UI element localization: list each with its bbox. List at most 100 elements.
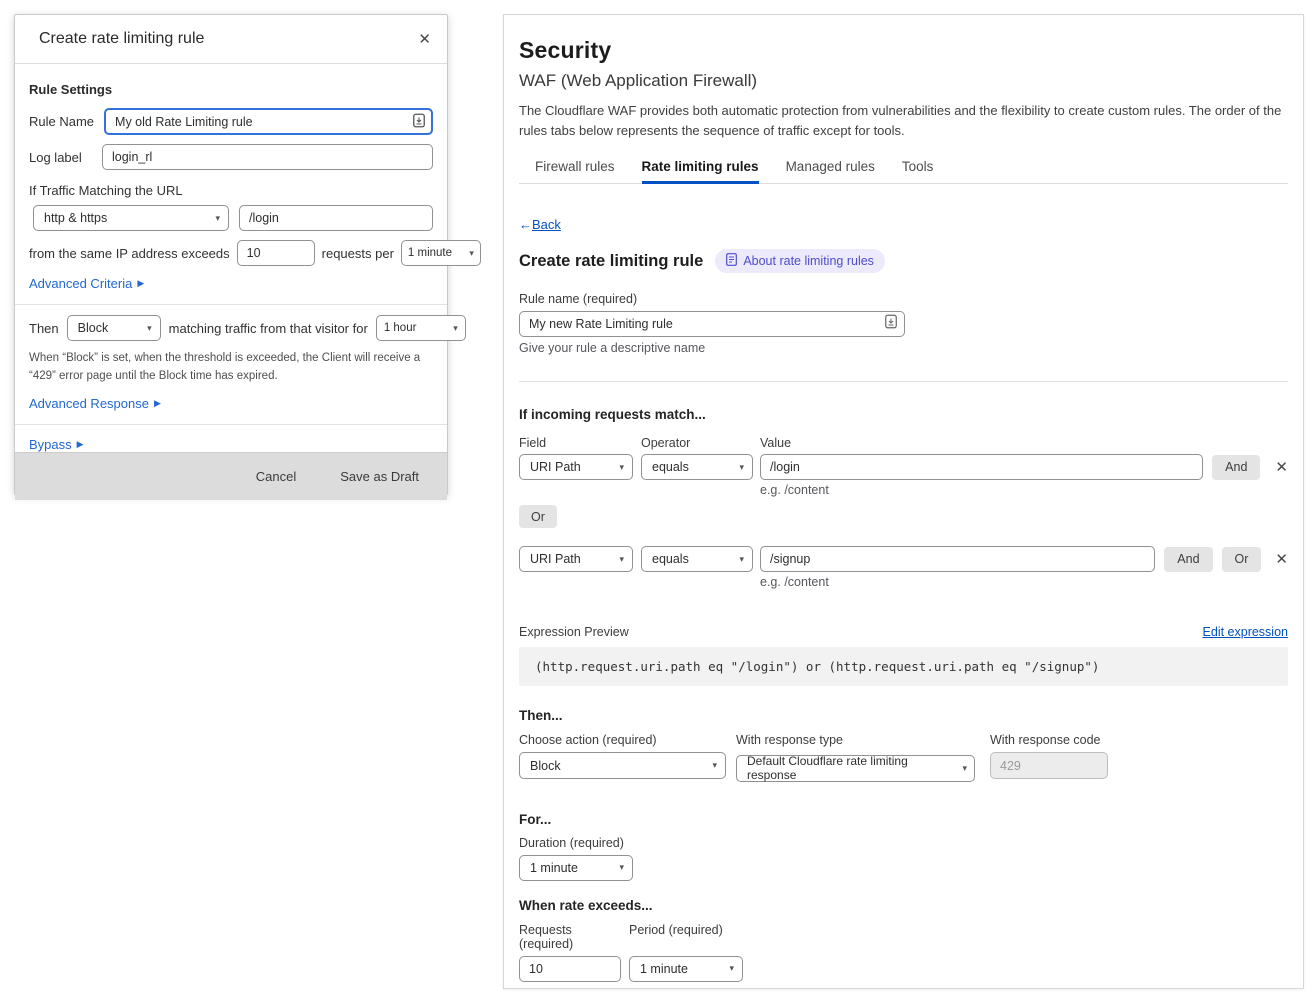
expression-preview-label: Expression Preview	[519, 625, 629, 639]
then-label: Then	[29, 321, 59, 336]
value-input[interactable]	[760, 454, 1203, 480]
and-button[interactable]: And	[1212, 455, 1260, 480]
caret-down-icon: ▾	[215, 214, 220, 223]
waf-tabs: Firewall rules Rate limiting rules Manag…	[519, 159, 1288, 184]
caret-down-icon: ▾	[619, 555, 624, 564]
caret-down-icon: ▾	[469, 249, 474, 258]
or-button[interactable]: Or	[1222, 547, 1262, 572]
divider	[15, 304, 447, 305]
period-select[interactable]: 1 minute ▾	[401, 240, 481, 266]
response-code-label: With response code	[990, 733, 1110, 747]
value-input[interactable]	[760, 546, 1155, 572]
rule-name-input[interactable]	[519, 311, 905, 337]
operator-select[interactable]: equals ▾	[641, 454, 753, 480]
response-code-input	[990, 752, 1108, 779]
caret-down-icon: ▾	[739, 463, 744, 472]
rule-name-label: Rule Name	[29, 114, 94, 129]
rate-heading: When rate exceeds...	[519, 898, 1288, 913]
autofill-icon	[413, 113, 425, 130]
rule-settings-heading: Rule Settings	[29, 82, 433, 97]
caret-down-icon: ▾	[712, 761, 717, 770]
match-row: URI Path ▾ equals ▾ And Or ✕	[519, 546, 1288, 572]
then-heading: Then...	[519, 708, 1288, 723]
log-label-label: Log label	[29, 150, 92, 165]
dialog-title: Create rate limiting rule	[39, 30, 204, 48]
expression-preview: (http.request.uri.path eq "/login") or (…	[519, 647, 1288, 686]
then-suffix: matching traffic from that visitor for	[169, 321, 368, 336]
advanced-criteria-link[interactable]: Advanced Criteria ▶	[29, 276, 144, 291]
rule-name-helper: Give your rule a descriptive name	[519, 341, 1288, 355]
caret-down-icon: ▾	[739, 555, 744, 564]
response-type-label: With response type	[736, 733, 975, 747]
response-type-select[interactable]: Default Cloudflare rate limiting respons…	[736, 755, 975, 782]
divider	[15, 424, 447, 425]
caret-down-icon: ▾	[619, 863, 624, 872]
arrow-left-icon: ←	[519, 217, 532, 232]
close-icon[interactable]: ✕	[418, 32, 431, 47]
cancel-button[interactable]: Cancel	[256, 469, 296, 484]
tab-firewall-rules[interactable]: Firewall rules	[535, 159, 615, 183]
divider	[519, 381, 1288, 382]
duration-label: Duration (required)	[519, 836, 1288, 850]
waf-description: The Cloudflare WAF provides both automat…	[519, 101, 1288, 140]
scheme-select[interactable]: http & https ▾	[33, 205, 229, 231]
rule-name-label: Rule name (required)	[519, 292, 1288, 306]
value-helper: e.g. /content	[760, 575, 1288, 589]
back-link[interactable]: ←Back	[519, 217, 561, 232]
rule-name-input[interactable]	[104, 108, 433, 135]
threshold-input[interactable]	[237, 240, 315, 266]
caret-down-icon: ▾	[619, 463, 624, 472]
url-pattern-input[interactable]	[239, 205, 433, 231]
operator-select[interactable]: equals ▾	[641, 546, 753, 572]
field-select[interactable]: URI Path ▾	[519, 546, 633, 572]
about-rate-limiting-badge[interactable]: About rate limiting rules	[715, 249, 885, 273]
log-label-input[interactable]	[102, 144, 433, 170]
tab-rate-limiting-rules[interactable]: Rate limiting rules	[642, 159, 759, 183]
caret-down-icon: ▾	[147, 324, 152, 333]
remove-condition-icon[interactable]: ✕	[1275, 552, 1288, 567]
docs-icon	[726, 253, 737, 269]
autofill-icon	[885, 315, 897, 334]
tab-managed-rules[interactable]: Managed rules	[786, 159, 875, 183]
dialog-body: Rule Settings Rule Name Log label If Tra…	[15, 64, 447, 452]
value-label: Value	[760, 436, 791, 450]
page-title: Security	[519, 37, 1288, 64]
caret-down-icon: ▾	[962, 764, 967, 773]
value-helper: e.g. /content	[760, 483, 1288, 497]
field-select[interactable]: URI Path ▾	[519, 454, 633, 480]
save-as-draft-button[interactable]: Save as Draft	[340, 469, 419, 484]
period-select[interactable]: 1 minute ▾	[629, 956, 743, 982]
or-button[interactable]: Or	[519, 505, 557, 528]
block-duration-select[interactable]: 1 hour ▾	[376, 315, 466, 341]
dialog-footer: Cancel Save as Draft	[15, 452, 447, 500]
match-heading: If incoming requests match...	[519, 407, 1288, 422]
action-label: Choose action (required)	[519, 733, 726, 747]
operator-label: Operator	[641, 436, 760, 450]
duration-select[interactable]: 1 minute ▾	[519, 855, 633, 881]
block-note: When “Block” is set, when the threshold …	[29, 350, 433, 386]
advanced-response-link[interactable]: Advanced Response ▶	[29, 396, 161, 411]
action-select[interactable]: Block ▾	[67, 315, 161, 341]
match-row: URI Path ▾ equals ▾ And ✕	[519, 454, 1288, 480]
traffic-match-heading: If Traffic Matching the URL	[29, 183, 433, 198]
bypass-link[interactable]: Bypass ▶	[29, 437, 84, 452]
for-heading: For...	[519, 812, 1288, 827]
tab-tools[interactable]: Tools	[902, 159, 934, 183]
edit-expression-link[interactable]: Edit expression	[1203, 625, 1288, 639]
chevron-right-icon: ▶	[137, 278, 144, 289]
waf-panel: Security WAF (Web Application Firewall) …	[503, 14, 1304, 989]
chevron-right-icon: ▶	[77, 439, 84, 450]
create-rule-heading: Create rate limiting rule	[519, 252, 703, 271]
threshold-prefix: from the same IP address exceeds	[29, 246, 230, 261]
chevron-right-icon: ▶	[154, 398, 161, 409]
requests-input[interactable]	[519, 956, 621, 982]
caret-down-icon: ▾	[453, 324, 458, 333]
field-label: Field	[519, 436, 641, 450]
period-label: Period (required)	[629, 923, 723, 951]
remove-condition-icon[interactable]: ✕	[1275, 460, 1288, 475]
and-button[interactable]: And	[1164, 547, 1212, 572]
requests-label: Requests (required)	[519, 923, 629, 951]
dialog-header: Create rate limiting rule ✕	[15, 15, 447, 64]
action-select[interactable]: Block ▾	[519, 752, 726, 779]
caret-down-icon: ▾	[729, 964, 734, 973]
